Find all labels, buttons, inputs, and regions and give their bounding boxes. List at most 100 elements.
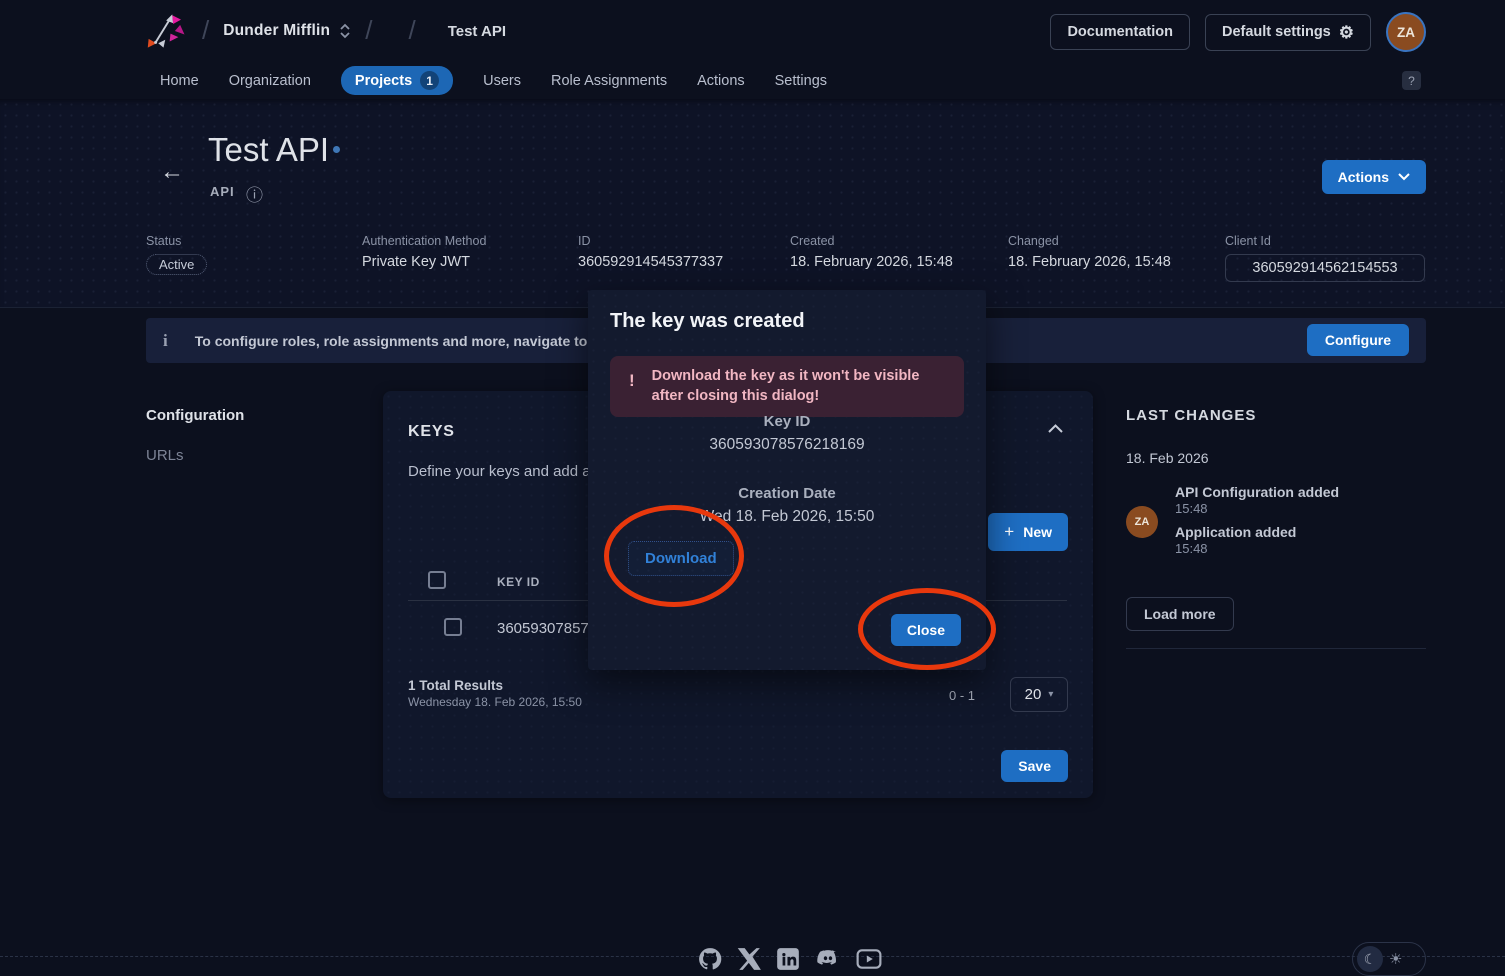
info-icon[interactable]: ⓘ — [246, 181, 263, 206]
keys-description: Define your keys and add an o — [408, 463, 611, 480]
nav-item-actions[interactable]: Actions — [697, 73, 745, 89]
close-button[interactable]: Close — [891, 614, 961, 646]
nav-label: Role Assignments — [551, 73, 667, 89]
configure-button[interactable]: Configure — [1307, 324, 1409, 356]
user-avatar[interactable]: ZA — [1386, 12, 1426, 52]
meta-value: Private Key JWT — [362, 254, 486, 270]
nav-item-projects[interactable]: Projects 1 — [341, 66, 453, 95]
top-header: / Dunder Mifflin / / Test API Documentat… — [0, 0, 1505, 62]
load-more-button[interactable]: Load more — [1126, 597, 1234, 631]
main-nav: Home Organization Projects 1 Users Role … — [160, 62, 827, 99]
close-label: Close — [907, 622, 945, 638]
nav-item-role-assignments[interactable]: Role Assignments — [551, 73, 667, 89]
pagination-range: 0 - 1 — [949, 688, 975, 703]
client-id-copy-field[interactable]: 360592914562154553 — [1225, 254, 1425, 282]
nav-label: Home — [160, 73, 199, 89]
actions-menu-button[interactable]: Actions — [1322, 160, 1426, 194]
dialog-title: The key was created — [610, 310, 805, 333]
last-changes-title: LAST CHANGES — [1126, 407, 1256, 424]
meta-label: Created — [790, 234, 953, 248]
page-size-value: 20 — [1025, 686, 1042, 703]
state-dot — [333, 146, 340, 153]
new-key-button[interactable]: + New — [988, 513, 1068, 551]
plus-icon: + — [1004, 522, 1014, 542]
github-icon[interactable] — [697, 946, 723, 972]
new-label: New — [1023, 524, 1052, 540]
gear-icon: ⚙ — [1339, 24, 1354, 41]
download-button[interactable]: Download — [628, 541, 734, 576]
nav-item-settings[interactable]: Settings — [775, 73, 827, 89]
theme-toggle[interactable]: ☾ ☀ — [1352, 942, 1426, 976]
key-id-label: Key ID — [588, 413, 986, 430]
status-badge: Active — [146, 254, 207, 275]
chevron-down-icon — [1398, 173, 1410, 181]
page-title: Test API — [208, 131, 329, 169]
discord-icon[interactable] — [814, 946, 842, 972]
default-settings-button[interactable]: Default settings ⚙ — [1205, 14, 1371, 51]
table-row-key-id[interactable]: 36059307857 — [497, 620, 589, 637]
breadcrumb-slash: / — [202, 15, 209, 46]
banner-text: To configure roles, role assignments and… — [195, 333, 639, 349]
nav-label: Projects — [355, 73, 412, 89]
top-actions: Documentation Default settings ⚙ ZA — [1050, 12, 1426, 52]
nav-label: Organization — [229, 73, 311, 89]
banner-info-icon: i — [163, 331, 168, 351]
creation-date-label: Creation Date — [588, 485, 986, 502]
nav-item-home[interactable]: Home — [160, 73, 199, 89]
projects-count-badge: 1 — [420, 71, 439, 90]
last-changes-date: 18. Feb 2026 — [1126, 450, 1209, 466]
meta-status: Status Active — [146, 234, 207, 275]
collapse-chevron-up-icon[interactable] — [1048, 424, 1063, 433]
column-header-key-id: KEY ID — [497, 575, 540, 589]
back-arrow-icon[interactable]: ← — [160, 158, 184, 186]
change-author-avatar: ZA — [1126, 506, 1158, 538]
moon-icon[interactable]: ☾ — [1357, 946, 1383, 972]
meta-changed: Changed 18. February 2026, 15:48 — [1008, 234, 1171, 270]
save-button[interactable]: Save — [1001, 750, 1068, 782]
actions-label: Actions — [1338, 169, 1389, 185]
nav-item-users[interactable]: Users — [483, 73, 521, 89]
row-checkbox[interactable] — [444, 618, 462, 636]
total-results: 1 Total Results — [408, 678, 503, 693]
default-settings-label: Default settings — [1222, 24, 1331, 40]
sun-icon[interactable]: ☀ — [1389, 950, 1402, 968]
sidebar-item-configuration[interactable]: Configuration — [146, 407, 244, 424]
footer-social-links — [697, 946, 883, 972]
change-event-label: Application added — [1175, 524, 1296, 540]
key-id-value: 360593078576218169 — [588, 436, 986, 454]
avatar-initials: ZA — [1135, 516, 1150, 528]
page-size-select[interactable]: 20 ▾ — [1010, 677, 1068, 712]
meta-auth-method: Authentication Method Private Key JWT — [362, 234, 486, 270]
select-all-checkbox[interactable] — [428, 571, 446, 589]
change-event-time: 15:48 — [1175, 541, 1208, 556]
caret-down-icon: ▾ — [1048, 689, 1053, 700]
meta-label: Client Id — [1225, 234, 1425, 248]
meta-value: 360592914545377337 — [578, 254, 723, 270]
exclamation-icon: ! — [629, 371, 635, 391]
nav-item-organization[interactable]: Organization — [229, 73, 311, 89]
breadcrumb-project[interactable]: Test API — [448, 23, 506, 40]
meta-label: ID — [578, 234, 723, 248]
brand-logo-icon[interactable] — [146, 10, 188, 52]
x-twitter-icon[interactable] — [736, 946, 762, 972]
avatar-initials: ZA — [1397, 25, 1415, 40]
configure-label: Configure — [1325, 332, 1391, 348]
youtube-icon[interactable] — [855, 946, 883, 972]
org-switcher[interactable]: Dunder Mifflin — [223, 22, 351, 40]
breadcrumb-slash: / — [365, 15, 372, 46]
linkedin-icon[interactable] — [775, 946, 801, 972]
key-created-dialog: The key was created ! Download the key a… — [588, 290, 986, 670]
meta-value: 18. February 2026, 15:48 — [1008, 254, 1171, 270]
breadcrumb: / Dunder Mifflin / / Test API — [146, 10, 506, 52]
help-button[interactable]: ? — [1402, 71, 1421, 90]
change-event-time: 15:48 — [1175, 501, 1208, 516]
meta-label: Changed — [1008, 234, 1171, 248]
meta-value: 18. February 2026, 15:48 — [790, 254, 953, 270]
org-name: Dunder Mifflin — [223, 22, 330, 40]
meta-label: Authentication Method — [362, 234, 486, 248]
nav-label: Users — [483, 73, 521, 89]
meta-label: Status — [146, 234, 207, 248]
documentation-button[interactable]: Documentation — [1050, 14, 1190, 50]
sidebar-item-urls[interactable]: URLs — [146, 447, 184, 464]
creation-date-value: Wed 18. Feb 2026, 15:50 — [588, 508, 986, 526]
